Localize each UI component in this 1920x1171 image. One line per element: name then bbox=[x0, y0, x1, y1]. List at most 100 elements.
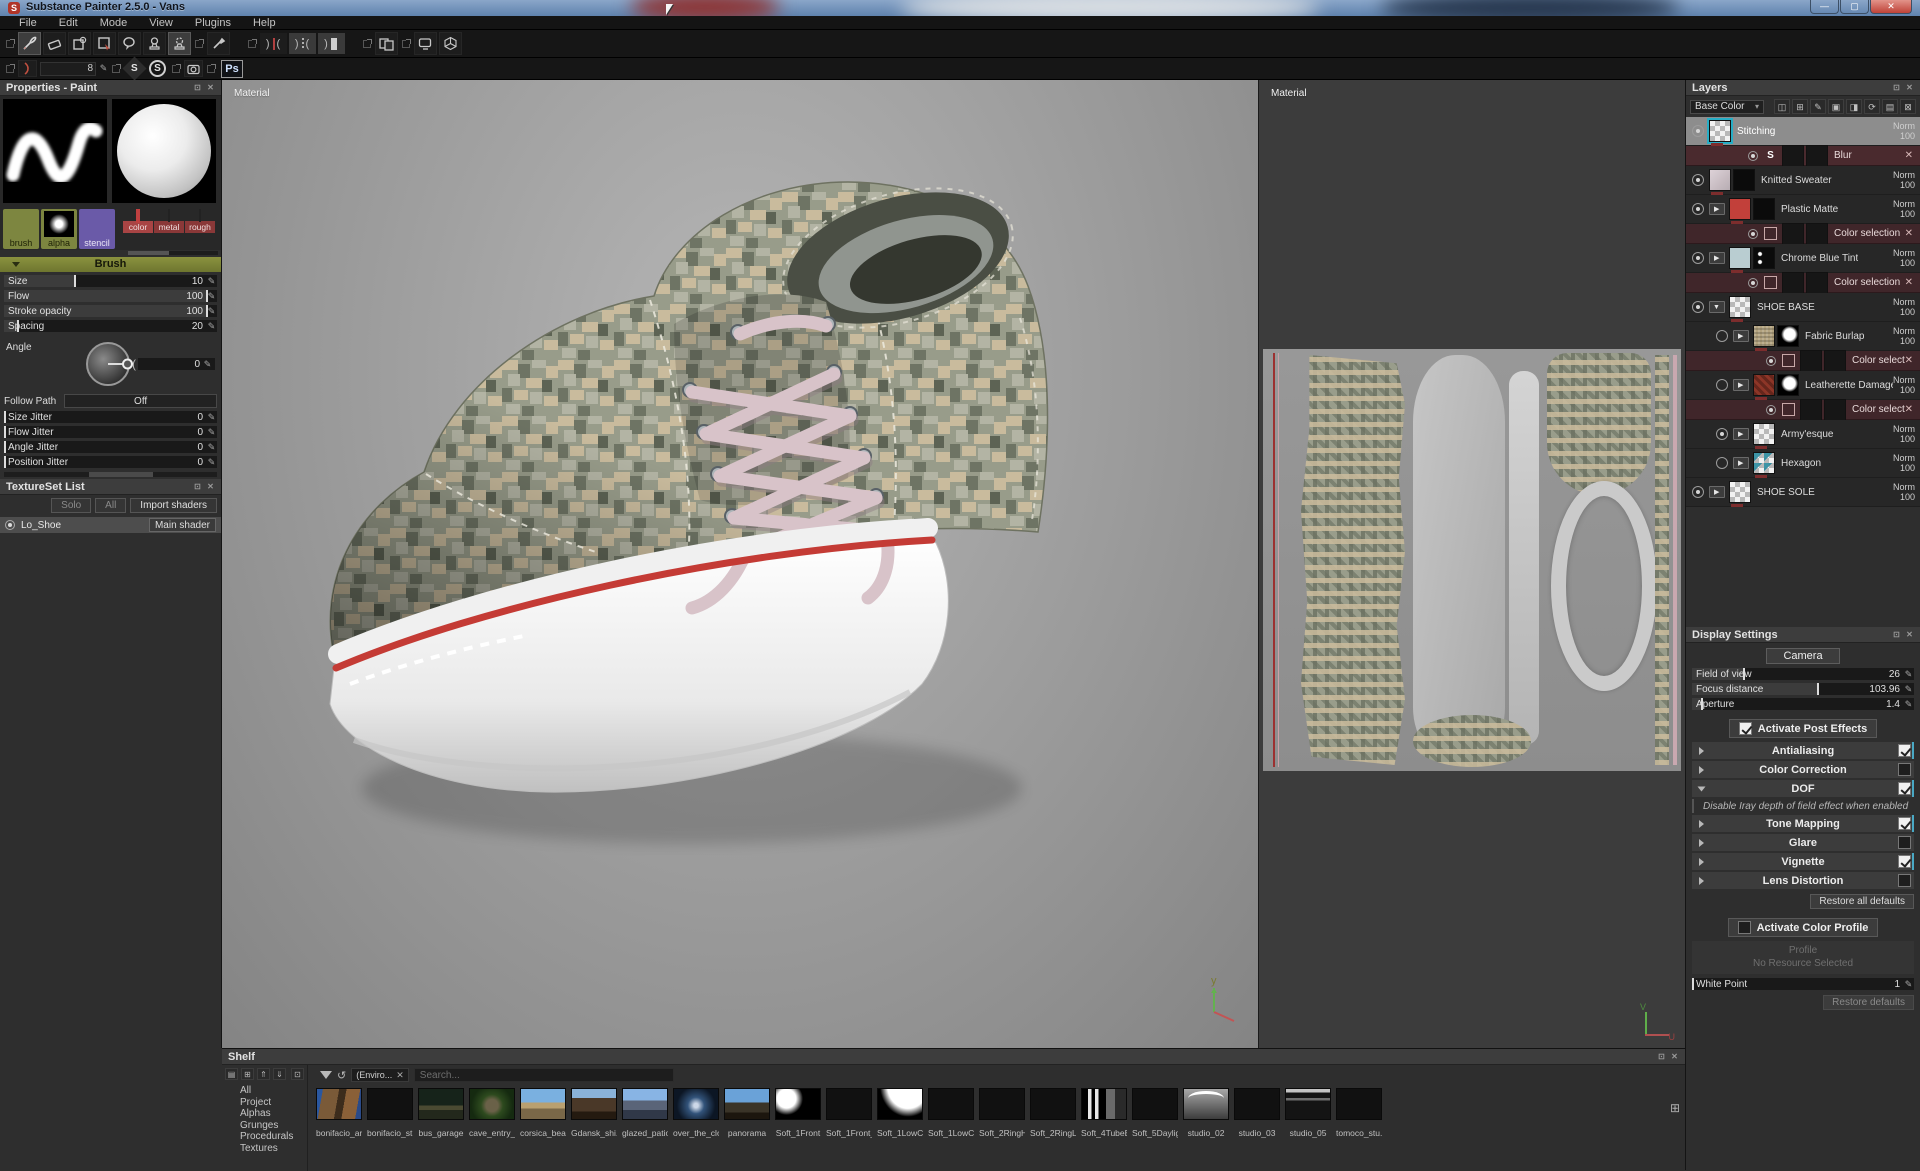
add-resource-icon[interactable]: ⊞ bbox=[241, 1068, 254, 1080]
layer-row[interactable]: Fabric Burlap Norm 100 ✕ bbox=[1686, 322, 1920, 351]
layer-thumbnail[interactable] bbox=[1709, 169, 1731, 191]
layer-blend-mode[interactable]: Norm bbox=[1893, 248, 1915, 258]
resource-thumbnail[interactable] bbox=[1132, 1088, 1178, 1120]
shelf-resource-item[interactable]: bonifacio_st.. bbox=[367, 1088, 413, 1138]
resource-thumbnail[interactable] bbox=[1183, 1088, 1229, 1120]
polygon-fill-tool[interactable] bbox=[93, 32, 116, 55]
layer-mask-thumbnail[interactable] bbox=[1777, 325, 1799, 347]
activate-post-effects-toggle[interactable]: Activate Post Effects bbox=[1729, 719, 1877, 738]
checkbox-checked-icon[interactable] bbox=[1739, 722, 1752, 735]
resource-thumbnail[interactable] bbox=[520, 1088, 566, 1120]
shelf-resource-item[interactable]: cave_entry_i.. bbox=[469, 1088, 515, 1138]
layer-opacity[interactable]: 100 bbox=[1893, 463, 1915, 473]
section-checkbox[interactable] bbox=[1898, 744, 1911, 757]
photoshop-export-icon[interactable]: Ps bbox=[221, 60, 243, 78]
detach-icon[interactable] bbox=[402, 40, 410, 48]
panel-float-icon[interactable]: ⊡ bbox=[1657, 1052, 1666, 1061]
add-smart-material-icon[interactable]: ▣ bbox=[1828, 99, 1844, 114]
layer-row[interactable]: Stitching Norm 100 ✕ bbox=[1686, 117, 1920, 146]
angle-dial[interactable] bbox=[86, 342, 130, 386]
layer-row[interactable]: Blur ✕ bbox=[1686, 146, 1920, 166]
clone-stamp-tool[interactable] bbox=[143, 32, 166, 55]
layer-blend-mode[interactable]: Norm bbox=[1893, 424, 1915, 434]
detach-icon[interactable] bbox=[6, 65, 14, 73]
layer-thumbnail[interactable] bbox=[1800, 350, 1822, 372]
layer-opacity[interactable]: 100 bbox=[1893, 180, 1915, 190]
jitter-slider[interactable]: Flow Jitter 0 bbox=[4, 426, 217, 438]
shelf-resource-item[interactable]: corsica_beach bbox=[520, 1088, 566, 1138]
layer-opacity[interactable]: 100 bbox=[1893, 385, 1915, 395]
angle-input[interactable]: 0 bbox=[138, 358, 215, 370]
visibility-eye-icon[interactable] bbox=[1716, 457, 1728, 469]
lazy-mouse-icon[interactable] bbox=[18, 60, 37, 77]
resource-tab[interactable]: stencil bbox=[79, 209, 115, 249]
layer-thumbnail[interactable] bbox=[1782, 272, 1804, 294]
projection-tool[interactable] bbox=[68, 32, 91, 55]
camera-tab-button[interactable]: Camera bbox=[1766, 648, 1839, 664]
shelf-category[interactable]: Textures bbox=[240, 1143, 307, 1155]
layer-opacity[interactable]: 100 bbox=[1893, 209, 1915, 219]
layer-thumbnail[interactable] bbox=[1753, 374, 1775, 396]
layer-thumbnail[interactable] bbox=[1753, 423, 1775, 445]
menu-item[interactable]: Mode bbox=[89, 17, 139, 29]
radio-icon[interactable] bbox=[5, 520, 15, 530]
symmetry-axis-icon[interactable]: )( bbox=[289, 33, 316, 54]
resource-thumbnail[interactable] bbox=[1081, 1088, 1127, 1120]
panel-close-icon[interactable]: ✕ bbox=[1905, 630, 1914, 639]
brush-slider[interactable]: Stroke opacity 100 bbox=[4, 305, 217, 317]
folder-icon[interactable] bbox=[1709, 203, 1725, 215]
minimize-button[interactable]: — bbox=[1810, 0, 1839, 14]
dock-icon[interactable]: ⊡ bbox=[291, 1068, 304, 1080]
layer-blend-mode[interactable]: Norm bbox=[1893, 453, 1915, 463]
resource-thumbnail[interactable] bbox=[979, 1088, 1025, 1120]
resource-thumbnail[interactable] bbox=[1234, 1088, 1280, 1120]
detach-icon[interactable] bbox=[172, 65, 180, 73]
post-effect-section[interactable]: Disable Iray depth of field effect when … bbox=[1692, 799, 1914, 813]
post-effect-section[interactable]: DOF bbox=[1692, 780, 1914, 797]
filter-funnel-icon[interactable] bbox=[320, 1071, 332, 1079]
camera-field-slider[interactable]: Focus distance 103.96 bbox=[1692, 683, 1914, 695]
folder-icon[interactable] bbox=[1733, 428, 1749, 440]
resource-thumbnail[interactable] bbox=[571, 1088, 617, 1120]
folder-icon[interactable] bbox=[1733, 457, 1749, 469]
close-button[interactable]: ✕ bbox=[1870, 0, 1912, 14]
shelf-resource-item[interactable]: over_the_clo.. bbox=[673, 1088, 719, 1138]
symmetry-toggle-icon[interactable]: )( bbox=[260, 33, 287, 54]
panel-close-icon[interactable]: ✕ bbox=[1905, 83, 1914, 92]
resource-thumbnail[interactable] bbox=[826, 1088, 872, 1120]
resource-thumbnail[interactable] bbox=[877, 1088, 923, 1120]
shelf-resource-item[interactable]: Soft_4TubeB.. bbox=[1081, 1088, 1127, 1138]
update-substance-icon[interactable]: ⟳ bbox=[1864, 99, 1880, 114]
panel-close-icon[interactable]: ✕ bbox=[1670, 1052, 1679, 1061]
post-effect-section[interactable]: Color Correction bbox=[1692, 761, 1914, 778]
layer-opacity[interactable]: 100 bbox=[1893, 307, 1915, 317]
panel-float-icon[interactable]: ⊡ bbox=[193, 83, 202, 92]
shelf-resource-item[interactable]: studio_02 bbox=[1183, 1088, 1229, 1138]
shelf-resource-item[interactable]: panorama bbox=[724, 1088, 770, 1138]
panel-close-icon[interactable]: ✕ bbox=[206, 83, 215, 92]
folder-icon[interactable] bbox=[1733, 379, 1749, 391]
add-fill-layer-icon[interactable]: ⊞ bbox=[1792, 99, 1808, 114]
shelf-category[interactable]: Grunges bbox=[240, 1120, 307, 1132]
panel-float-icon[interactable]: ⊡ bbox=[193, 482, 202, 491]
visibility-eye-icon[interactable] bbox=[1748, 229, 1758, 239]
layer-thumbnail[interactable] bbox=[1753, 452, 1775, 474]
jitter-slider[interactable]: Angle Jitter 0 bbox=[4, 441, 217, 453]
post-effect-section[interactable]: Vignette bbox=[1692, 853, 1914, 870]
shelf-resource-item[interactable]: Soft_2RingH.. bbox=[979, 1088, 1025, 1138]
folder-icon[interactable] bbox=[1709, 486, 1725, 498]
resource-thumbnail[interactable] bbox=[316, 1088, 362, 1120]
layer-mask-thumbnail[interactable] bbox=[1824, 350, 1846, 372]
eraser-tool[interactable] bbox=[43, 32, 66, 55]
checkbox-unchecked-icon[interactable] bbox=[1738, 921, 1751, 934]
shelf-resource-item[interactable]: Gdansk_shi.. bbox=[571, 1088, 617, 1138]
layer-blend-mode[interactable]: Norm bbox=[1893, 482, 1915, 492]
visibility-eye-icon[interactable] bbox=[1716, 428, 1728, 440]
channel-filter-dropdown[interactable]: Base Color ▾ bbox=[1690, 100, 1764, 114]
pen-icon[interactable] bbox=[206, 306, 217, 317]
shelf-resource-item[interactable]: Soft_1Front_.. bbox=[826, 1088, 872, 1138]
camera-icon[interactable] bbox=[184, 60, 203, 77]
shelf-category[interactable]: Project bbox=[240, 1097, 307, 1109]
shelf-category[interactable]: Procedurals bbox=[240, 1131, 307, 1143]
layer-opacity[interactable]: 100 bbox=[1893, 131, 1915, 141]
